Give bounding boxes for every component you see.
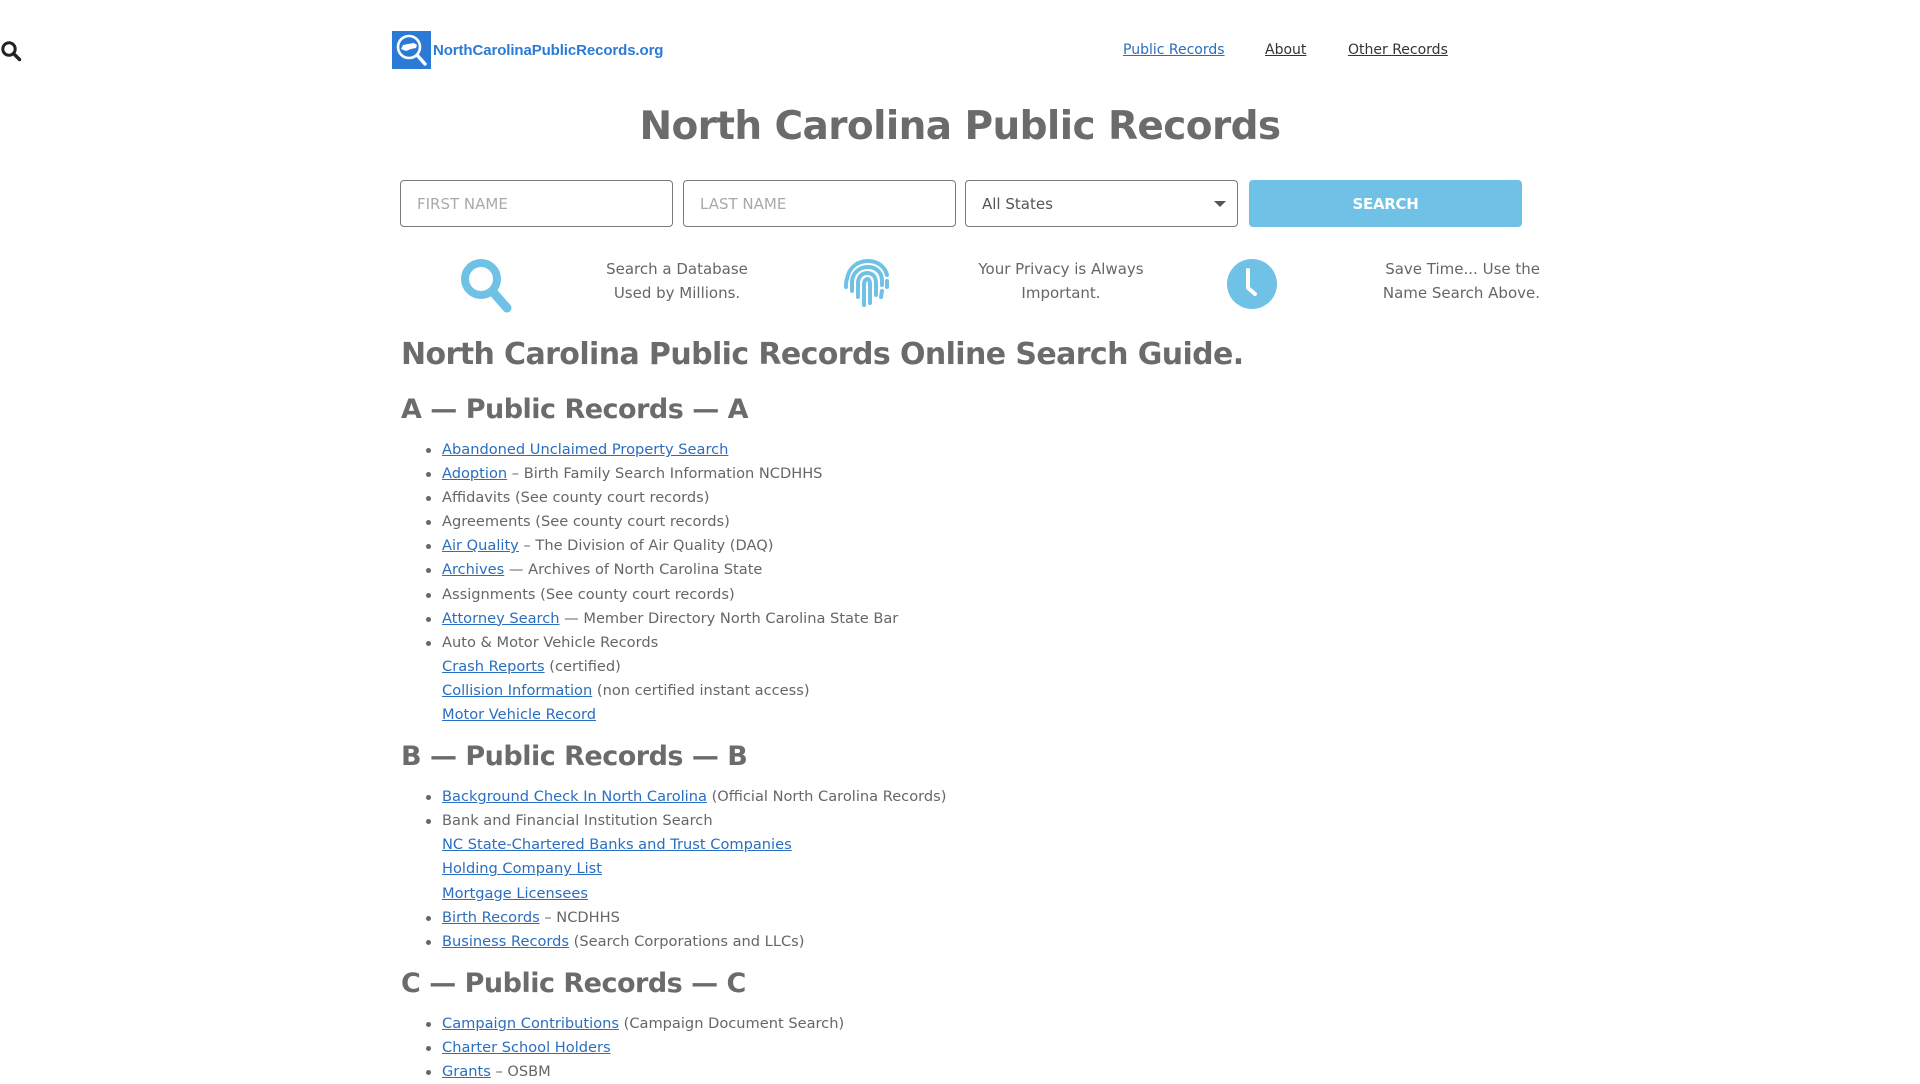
feature-privacy: Your Privacy is Always Important.: [956, 257, 1166, 305]
list-item: NC State-Chartered Banks and Trust Compa…: [442, 833, 1523, 857]
search-icon: [461, 259, 512, 313]
list-item: Agreements (See county court records): [426, 510, 1523, 534]
feature-database: Search a Database Used by Millions.: [572, 257, 782, 305]
fingerprint-icon: [844, 258, 889, 307]
record-description: (Official North Carolina Records): [706, 788, 947, 806]
list-item: Attorney Search — Member Directory North…: [426, 607, 1523, 631]
last-name-input[interactable]: [683, 180, 956, 227]
record-link[interactable]: Abandoned Unclaimed Property Search: [442, 441, 728, 458]
record-link[interactable]: Holding Company List: [442, 860, 602, 877]
list-item: Auto & Motor Vehicle Records: [426, 631, 1523, 655]
list-item: Background Check In North Carolina (Offi…: [426, 785, 1523, 809]
nav-about[interactable]: About: [1265, 40, 1306, 60]
list-item: Charter School Holders: [426, 1036, 1523, 1060]
record-description: – The Division of Air Quality (DAQ): [518, 537, 774, 555]
list-item: Birth Records – NCDHHS: [426, 906, 1523, 930]
record-description: Agreements (See county court records): [442, 513, 730, 531]
record-link[interactable]: Attorney Search: [442, 610, 559, 627]
guide-section: A — Public Records — A Abandoned Unclaime…: [401, 392, 1523, 727]
search-guide: North Carolina Public Records Online Sea…: [401, 330, 1523, 1084]
nav-other-records[interactable]: Other Records: [1348, 40, 1448, 60]
record-link[interactable]: Collision Information: [442, 682, 592, 699]
records-list: Background Check In North Carolina (Offi…: [401, 785, 1523, 954]
records-list: Campaign Contributions (Campaign Documen…: [401, 1012, 1523, 1084]
list-item: Motor Vehicle Record: [442, 703, 1523, 727]
record-description: – Birth Family Search Information NCDHHS: [507, 465, 823, 483]
clock-icon: [1227, 259, 1277, 309]
list-item: Collision Information (non certified ins…: [442, 679, 1523, 703]
search-icon[interactable]: [0, 40, 22, 62]
state-select[interactable]: All States: [965, 180, 1238, 227]
guide-title: North Carolina Public Records Online Sea…: [401, 337, 1244, 372]
feature-save-time: Save Time... Use the Name Search Above.: [1340, 257, 1540, 305]
list-item: Mortgage Licensees: [442, 882, 1523, 906]
section-heading: A — Public Records — A: [401, 394, 749, 425]
guide-sections: A — Public Records — A Abandoned Unclaime…: [401, 392, 1523, 1084]
record-link[interactable]: Air Quality: [442, 537, 519, 554]
record-link[interactable]: Adoption: [442, 465, 507, 482]
record-description: (certified): [544, 657, 621, 675]
record-description: Assignments (See county court records): [442, 585, 735, 603]
list-item: Holding Company List: [442, 857, 1523, 881]
list-item: Adoption – Birth Family Search Informati…: [426, 462, 1523, 486]
record-description: Bank and Financial Institution Search: [442, 812, 713, 830]
guide-section: B — Public Records — B Background Check I…: [401, 739, 1523, 954]
record-description: (Campaign Document Search): [618, 1014, 845, 1032]
feature-line: Used by Millions.: [613, 284, 741, 302]
record-description: — Archives of North Carolina State: [504, 561, 763, 579]
record-link[interactable]: Charter School Holders: [442, 1039, 611, 1056]
list-item: Campaign Contributions (Campaign Documen…: [426, 1012, 1523, 1036]
record-description: Affidavits (See county court records): [442, 489, 710, 507]
list-item: Bank and Financial Institution Search: [426, 809, 1523, 833]
record-link[interactable]: NC State-Chartered Banks and Trust Compa…: [442, 836, 792, 853]
record-link[interactable]: Crash Reports: [442, 658, 545, 675]
page-title: North Carolina Public Records: [639, 104, 1281, 149]
search-button[interactable]: SEARCH: [1249, 180, 1522, 227]
first-name-input[interactable]: [400, 180, 673, 227]
record-description: (non certified instant access): [592, 681, 810, 699]
record-link[interactable]: Mortgage Licensees: [442, 885, 588, 902]
feature-line: Your Privacy is Always: [978, 260, 1144, 278]
nav-public-records[interactable]: Public Records: [1123, 40, 1225, 60]
records-list: Abandoned Unclaimed Property Search Adopt…: [401, 438, 1523, 727]
record-link[interactable]: Archives: [442, 561, 504, 578]
list-item: Affidavits (See county court records): [426, 486, 1523, 510]
site-header: NorthCarolinaPublicRecords.org Public Re…: [0, 0, 1920, 100]
record-link[interactable]: Grants: [442, 1063, 491, 1080]
feature-line: Save Time... Use the: [1385, 260, 1540, 278]
list-item: Crash Reports (certified): [442, 655, 1523, 679]
feature-line: Important.: [1021, 284, 1101, 302]
feature-line: Search a Database: [606, 260, 748, 278]
chevron-down-icon: [1214, 201, 1226, 207]
people-search-form: All States SEARCH: [400, 180, 1522, 227]
record-description: – OSBM: [490, 1062, 551, 1080]
record-link[interactable]: Campaign Contributions: [442, 1015, 619, 1032]
list-item: Air Quality – The Division of Air Qualit…: [426, 534, 1523, 558]
record-description: – NCDHHS: [539, 908, 620, 926]
guide-section: C — Public Records — C Campaign Contribut…: [401, 966, 1523, 1084]
record-link[interactable]: Motor Vehicle Record: [442, 706, 596, 723]
list-item: Business Records (Search Corporations an…: [426, 930, 1523, 954]
list-item: Archives — Archives of North Carolina St…: [426, 558, 1523, 582]
feature-line: Name Search Above.: [1382, 284, 1540, 302]
record-description: (Search Corporations and LLCs): [569, 932, 805, 950]
record-description: — Member Directory North Carolina State …: [559, 609, 899, 627]
section-heading: C — Public Records — C: [401, 967, 746, 999]
list-item: Assignments (See county court records): [426, 583, 1523, 607]
main-nav: Public Records About Other Records: [0, 40, 1920, 62]
record-description: Auto & Motor Vehicle Records: [442, 633, 659, 651]
list-item: Grants – OSBM: [426, 1060, 1523, 1084]
record-link[interactable]: Business Records: [442, 933, 569, 950]
record-link[interactable]: Background Check In North Carolina: [442, 788, 707, 805]
state-select-value: All States: [982, 194, 1053, 213]
list-item: Abandoned Unclaimed Property Search: [426, 438, 1523, 462]
section-heading: B — Public Records — B: [401, 741, 748, 773]
record-link[interactable]: Birth Records: [442, 909, 540, 926]
